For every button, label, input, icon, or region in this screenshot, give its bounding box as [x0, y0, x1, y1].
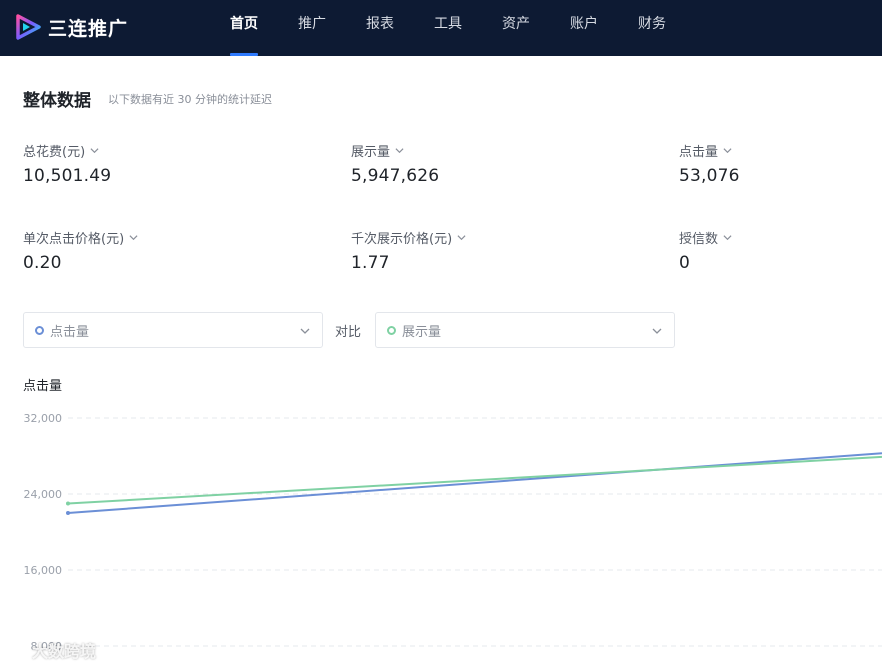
series-point-0[interactable] — [66, 511, 70, 515]
watermark-logo-icon — [11, 642, 27, 658]
nav-item-reports[interactable]: 报表 — [346, 0, 414, 56]
nav-item-promotion[interactable]: 推广 — [278, 0, 346, 56]
nav-item-assets[interactable]: 资产 — [482, 0, 550, 56]
chevron-down-icon — [723, 235, 732, 241]
metric-value: 0 — [679, 253, 691, 273]
chevron-down-icon — [129, 235, 138, 241]
metric-selector[interactable]: 展示量 — [351, 141, 439, 160]
secondary-metric-select[interactable]: 展示量 — [375, 312, 675, 348]
line-chart: 32,00024,00016,0008,000 — [24, 412, 882, 653]
primary-metric-label: 点击量 — [50, 324, 90, 340]
section-title: 整体数据 — [23, 91, 91, 111]
metric-credit-count: 授信数 0 — [679, 228, 732, 273]
metric-selector[interactable]: 千次展示价格(元) — [351, 228, 466, 247]
chart-title: 点击量 — [23, 379, 63, 394]
metric-selector[interactable]: 点击量 — [679, 141, 740, 160]
metric-selector[interactable]: 单次点击价格(元) — [23, 228, 138, 247]
metric-clicks: 点击量 53,076 — [679, 141, 740, 186]
compare-label: 对比 — [335, 325, 362, 340]
series-line-0 — [67, 452, 882, 514]
metric-label: 单次点击价格(元) — [23, 232, 125, 247]
chevron-down-icon — [395, 148, 404, 154]
section-note: 以下数据有近 30 分钟的统计延迟 — [108, 93, 272, 106]
logo[interactable]: 三连推广 — [14, 12, 128, 42]
logo-text: 三连推广 — [48, 17, 129, 40]
metric-selector[interactable]: 总花费(元) — [23, 141, 111, 160]
metric-label: 总花费(元) — [23, 145, 86, 160]
y-tick-label: 32,000 — [24, 412, 63, 425]
top-navigation-bar: 三连推广 首页 推广 报表 工具 资产 账户 财务 — [0, 0, 882, 56]
series-dot-green — [387, 325, 396, 335]
metric-cpc: 单次点击价格(元) 0.20 — [23, 228, 138, 273]
metric-selector[interactable]: 授信数 — [679, 228, 732, 247]
chevron-down-icon — [300, 328, 310, 334]
secondary-metric-label: 展示量 — [402, 324, 442, 340]
metric-value: 0.20 — [23, 253, 62, 273]
metric-value: 1.77 — [351, 253, 390, 273]
watermark: 大数跨境 — [10, 638, 96, 662]
play-logo-icon — [16, 14, 41, 40]
nav-item-tools[interactable]: 工具 — [414, 0, 482, 56]
metric-label: 点击量 — [679, 145, 719, 160]
y-tick-label: 16,000 — [24, 564, 63, 577]
watermark-text: 大数跨境 — [32, 642, 97, 661]
metric-value: 10,501.49 — [23, 166, 112, 186]
series-dot-blue — [35, 325, 44, 335]
series-point-1[interactable] — [66, 501, 70, 506]
nav-item-home[interactable]: 首页 — [210, 0, 278, 56]
metric-total-cost: 总花费(元) 10,501.49 — [23, 141, 111, 186]
chevron-down-icon — [90, 148, 99, 154]
metric-cpm: 千次展示价格(元) 1.77 — [351, 228, 466, 273]
chevron-down-icon — [723, 148, 732, 154]
metric-value: 5,947,626 — [351, 166, 440, 186]
series-line-1 — [67, 455, 882, 505]
nav-item-account[interactable]: 账户 — [550, 0, 618, 56]
metric-label: 千次展示价格(元) — [351, 232, 453, 247]
chevron-down-icon — [652, 328, 662, 334]
main-nav: 首页 推广 报表 工具 资产 账户 财务 — [210, 0, 686, 56]
metric-impressions: 展示量 5,947,626 — [351, 141, 439, 186]
primary-metric-select[interactable]: 点击量 — [23, 312, 323, 348]
nav-item-finance[interactable]: 财务 — [618, 0, 686, 56]
metric-label: 授信数 — [679, 232, 719, 247]
y-tick-label: 24,000 — [24, 488, 63, 501]
metric-value: 53,076 — [679, 166, 740, 186]
chevron-down-icon — [457, 235, 466, 241]
metric-label: 展示量 — [351, 145, 391, 160]
